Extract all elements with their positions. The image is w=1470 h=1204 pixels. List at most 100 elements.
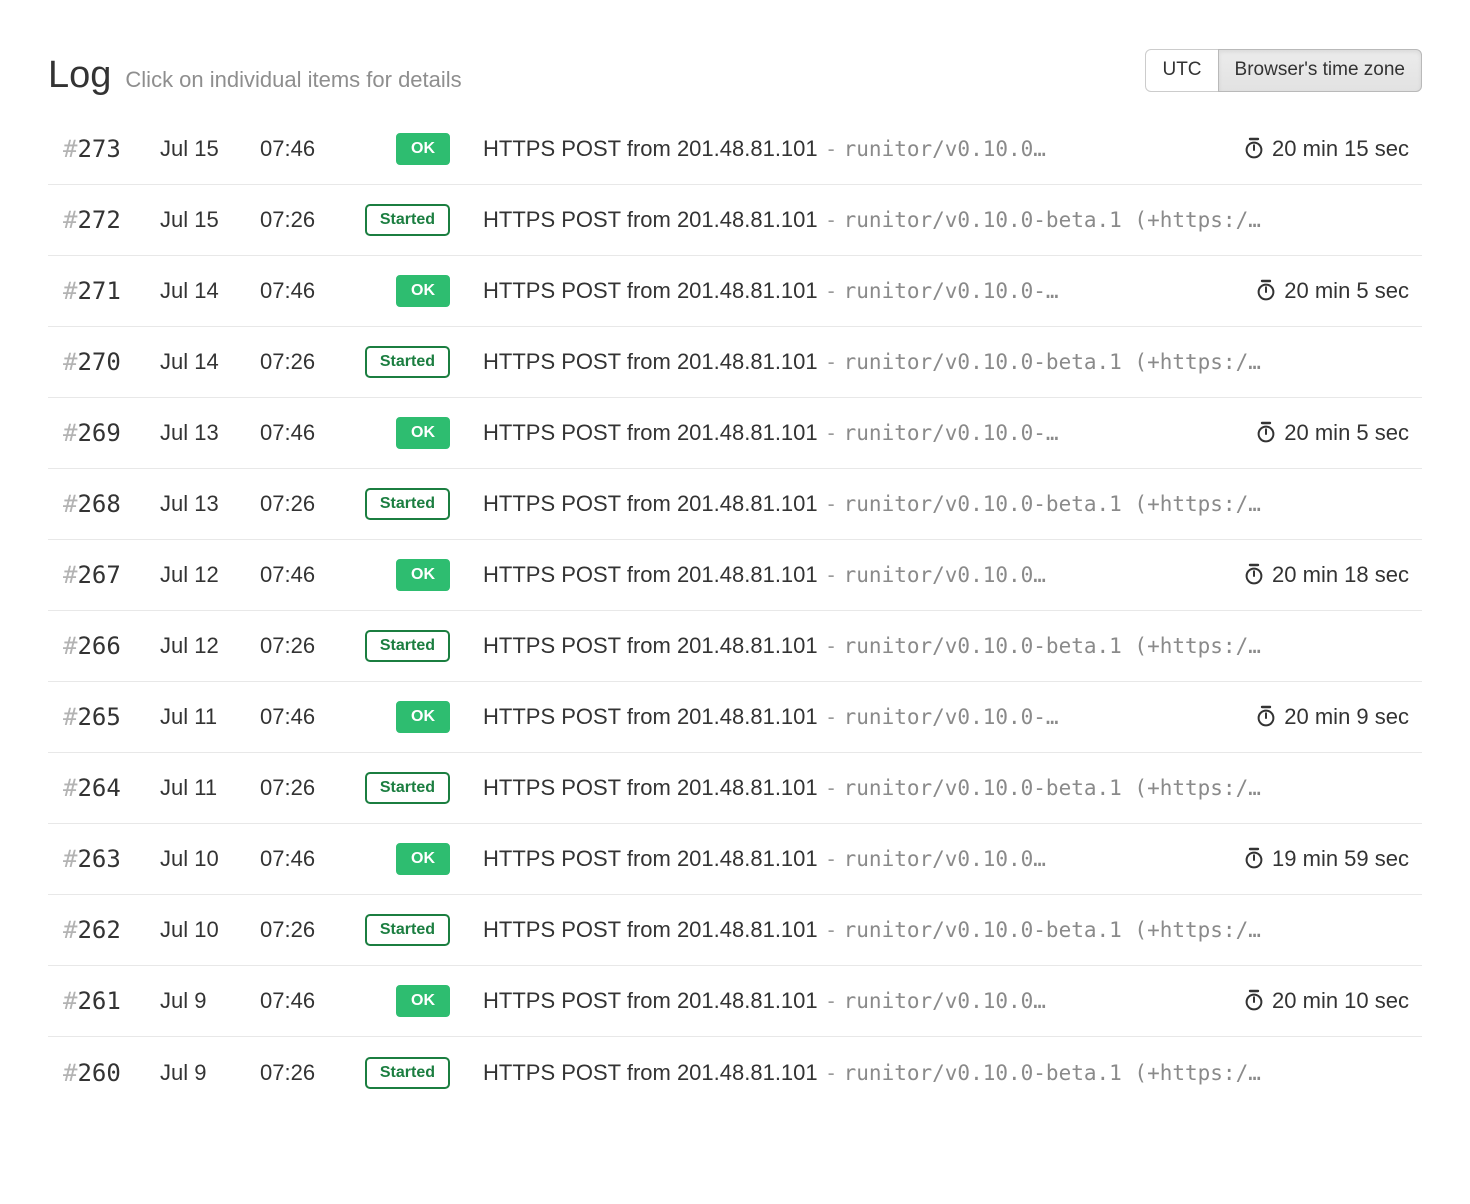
event-date: Jul 11	[160, 775, 260, 801]
event-agent: runitor/v0.10.0-beta.1 (+https:/…	[844, 350, 1261, 374]
event-date: Jul 15	[160, 136, 260, 162]
log-row[interactable]: #270 Jul 14 07:26 Started HTTPS POST fro…	[48, 327, 1422, 398]
event-agent: runitor/v0.10.0-…	[844, 705, 1059, 729]
event-separator: -	[828, 1062, 835, 1086]
log-row[interactable]: #266 Jul 12 07:26 Started HTTPS POST fro…	[48, 611, 1422, 682]
event-date: Jul 10	[160, 917, 260, 943]
event-id-number: 267	[77, 561, 120, 589]
log-row[interactable]: #262 Jul 10 07:26 Started HTTPS POST fro…	[48, 895, 1422, 966]
log-row[interactable]: #268 Jul 13 07:26 Started HTTPS POST fro…	[48, 469, 1422, 540]
log-row[interactable]: #264 Jul 11 07:26 Started HTTPS POST fro…	[48, 753, 1422, 824]
title-wrap: Log Click on individual items for detail…	[48, 56, 462, 94]
event-agent: runitor/v0.10.0-…	[844, 279, 1059, 303]
event-id-number: 265	[77, 703, 120, 731]
event-id-number: 268	[77, 490, 120, 518]
event-text: HTTPS POST from 201.48.81.101	[483, 420, 818, 446]
status-badge: Started	[365, 1057, 450, 1089]
status-badge: Started	[365, 630, 450, 662]
event-time: 07:46	[260, 420, 350, 446]
status-badge: OK	[396, 133, 450, 165]
event-description: HTTPS POST from 201.48.81.101 - runitor/…	[450, 491, 1389, 517]
event-text: HTTPS POST from 201.48.81.101	[483, 704, 818, 730]
status-badge: Started	[365, 346, 450, 378]
event-date: Jul 10	[160, 846, 260, 872]
status-badge: OK	[396, 701, 450, 733]
event-agent: runitor/v0.10.0…	[844, 847, 1046, 871]
log-row[interactable]: #260 Jul 9 07:26 Started HTTPS POST from…	[48, 1037, 1422, 1108]
status-badge-cell: OK	[350, 701, 450, 733]
event-time: 07:46	[260, 562, 350, 588]
event-time: 07:46	[260, 846, 350, 872]
event-id-hash: #	[63, 419, 77, 447]
event-description: HTTPS POST from 201.48.81.101 - runitor/…	[450, 846, 1224, 872]
event-id: #266	[48, 632, 160, 660]
event-separator: -	[828, 493, 835, 517]
event-description: HTTPS POST from 201.48.81.101 - runitor/…	[450, 349, 1389, 375]
event-separator: -	[828, 848, 835, 872]
event-date: Jul 15	[160, 207, 260, 233]
event-text: HTTPS POST from 201.48.81.101	[483, 491, 818, 517]
event-separator: -	[828, 777, 835, 801]
log-row[interactable]: #263 Jul 10 07:46 OK HTTPS POST from 201…	[48, 824, 1422, 895]
event-separator: -	[828, 422, 835, 446]
event-id: #267	[48, 561, 160, 589]
status-badge: Started	[365, 488, 450, 520]
event-id-hash: #	[63, 1059, 77, 1087]
event-text: HTTPS POST from 201.48.81.101	[483, 136, 818, 162]
stopwatch-icon	[1256, 421, 1276, 444]
event-time: 07:46	[260, 278, 350, 304]
event-id-hash: #	[63, 206, 77, 234]
browser-timezone-button[interactable]: Browser's time zone	[1218, 49, 1422, 92]
event-description: HTTPS POST from 201.48.81.101 - runitor/…	[450, 278, 1236, 304]
event-text: HTTPS POST from 201.48.81.101	[483, 988, 818, 1014]
event-id-number: 266	[77, 632, 120, 660]
duration-text: 20 min 9 sec	[1284, 704, 1409, 730]
log-row[interactable]: #271 Jul 14 07:46 OK HTTPS POST from 201…	[48, 256, 1422, 327]
event-time: 07:46	[260, 136, 350, 162]
event-date: Jul 12	[160, 633, 260, 659]
event-description: HTTPS POST from 201.48.81.101 - runitor/…	[450, 562, 1224, 588]
event-description: HTTPS POST from 201.48.81.101 - runitor/…	[450, 633, 1389, 659]
event-id-number: 262	[77, 916, 120, 944]
event-text: HTTPS POST from 201.48.81.101	[483, 278, 818, 304]
event-description: HTTPS POST from 201.48.81.101 - runitor/…	[450, 775, 1389, 801]
event-duration: 20 min 5 sec	[1236, 420, 1422, 446]
event-id: #261	[48, 987, 160, 1015]
event-date: Jul 11	[160, 704, 260, 730]
status-badge-cell: Started	[350, 772, 450, 804]
event-id: #268	[48, 490, 160, 518]
event-id-number: 264	[77, 774, 120, 802]
event-date: Jul 14	[160, 278, 260, 304]
duration-text: 20 min 10 sec	[1272, 988, 1409, 1014]
event-id-hash: #	[63, 845, 77, 873]
event-id: #269	[48, 419, 160, 447]
event-id-number: 269	[77, 419, 120, 447]
event-id: #271	[48, 277, 160, 305]
log-row[interactable]: #265 Jul 11 07:46 OK HTTPS POST from 201…	[48, 682, 1422, 753]
duration-text: 20 min 5 sec	[1284, 420, 1409, 446]
log-row[interactable]: #261 Jul 9 07:46 OK HTTPS POST from 201.…	[48, 966, 1422, 1037]
event-agent: runitor/v0.10.0…	[844, 137, 1046, 161]
event-id-hash: #	[63, 277, 77, 305]
event-time: 07:26	[260, 491, 350, 517]
event-date: Jul 13	[160, 491, 260, 517]
log-table: #273 Jul 15 07:46 OK HTTPS POST from 201…	[48, 114, 1422, 1108]
event-text: HTTPS POST from 201.48.81.101	[483, 207, 818, 233]
event-time: 07:26	[260, 633, 350, 659]
event-time: 07:26	[260, 207, 350, 233]
duration-text: 19 min 59 sec	[1272, 846, 1409, 872]
status-badge: Started	[365, 772, 450, 804]
event-separator: -	[828, 280, 835, 304]
event-duration: 20 min 18 sec	[1224, 562, 1422, 588]
status-badge-cell: Started	[350, 204, 450, 236]
status-badge-cell: Started	[350, 630, 450, 662]
log-row[interactable]: #267 Jul 12 07:46 OK HTTPS POST from 201…	[48, 540, 1422, 611]
event-time: 07:26	[260, 349, 350, 375]
stopwatch-icon	[1244, 989, 1264, 1012]
event-separator: -	[828, 209, 835, 233]
log-row[interactable]: #272 Jul 15 07:26 Started HTTPS POST fro…	[48, 185, 1422, 256]
utc-button[interactable]: UTC	[1145, 49, 1218, 92]
event-id: #272	[48, 206, 160, 234]
log-row[interactable]: #269 Jul 13 07:46 OK HTTPS POST from 201…	[48, 398, 1422, 469]
log-row[interactable]: #273 Jul 15 07:46 OK HTTPS POST from 201…	[48, 114, 1422, 185]
